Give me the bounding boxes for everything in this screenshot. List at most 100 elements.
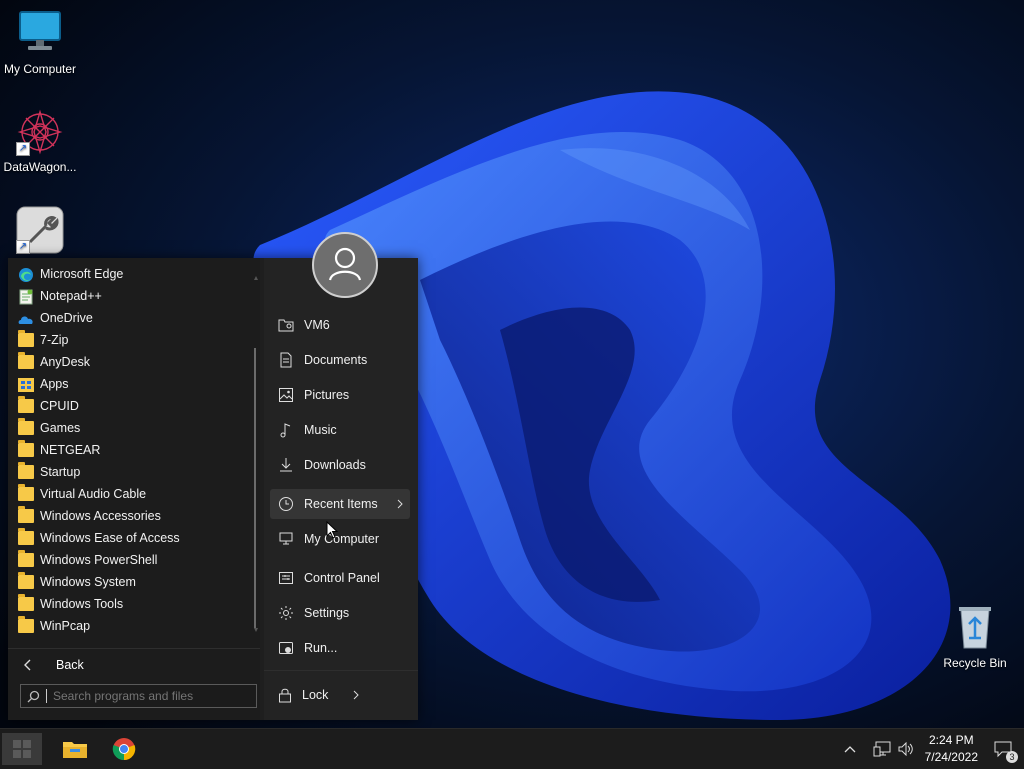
folder-icon [18,352,34,369]
shortcut-arrow-icon: ↗ [16,240,30,254]
start-menu: Microsoft Edge Notepad++ OneDrive 7-Zip … [8,232,418,720]
file-explorer-icon [63,742,87,758]
download-icon [280,458,292,472]
program-item-onedrive[interactable]: OneDrive [18,307,248,329]
place-item-control-panel[interactable]: Control Panel [270,563,410,593]
desktop-icon-recycle-bin[interactable]: Recycle Bin [935,604,1015,670]
search-icon [27,690,40,703]
place-item-settings[interactable]: Settings [270,598,410,628]
place-item-music[interactable]: Music [270,415,410,445]
music-icon [280,423,291,438]
taskbar-clock[interactable]: 2:24 PM 7/24/2022 [925,732,978,766]
desktop-icon-datawagon[interactable]: ↗ DataWagon... [0,108,80,174]
volume-tray-button[interactable] [894,733,918,765]
program-label: Virtual Audio Cable [40,487,147,501]
start-button[interactable] [2,733,42,765]
show-hidden-icons-button[interactable] [838,733,862,765]
program-label: NETGEAR [40,443,101,457]
place-item-my-computer[interactable]: My Computer [270,524,410,554]
onedrive-icon [18,311,34,325]
program-item-cpuid[interactable]: CPUID [18,395,248,417]
program-item-windows-ease-of-access[interactable]: Windows Ease of Access [18,527,248,549]
place-label: Pictures [304,388,350,402]
program-item-virtual-audio-cable[interactable]: Virtual Audio Cable [18,483,248,505]
place-item-vm6[interactable]: VM6 [270,310,410,340]
program-item-games[interactable]: Games [18,417,248,439]
network-icon [873,741,891,757]
gear-icon [279,606,293,620]
place-label: Documents [304,353,368,367]
program-item-windows-powershell[interactable]: Windows PowerShell [18,549,248,571]
run-icon [279,642,293,654]
place-item-run[interactable]: Run... [270,633,410,663]
program-item-notepadpp[interactable]: Notepad++ [18,285,248,307]
folder-icon [18,440,34,457]
program-item-7zip[interactable]: 7-Zip [18,329,248,351]
chrome-icon [112,738,136,761]
program-label: WinPcap [40,619,91,633]
program-label: Microsoft Edge [40,267,124,281]
program-label: Windows System [40,575,136,589]
mouse-cursor-icon [326,521,338,539]
taskbar-chrome[interactable] [104,733,144,765]
user-avatar[interactable] [312,232,378,298]
place-item-pictures[interactable]: Pictures [270,380,410,410]
folder-icon [18,572,34,589]
edge-icon [18,267,34,282]
search-input[interactable] [46,689,243,703]
place-label: VM6 [304,318,330,332]
folder-icon [18,396,34,413]
taskbar-file-explorer[interactable] [55,733,95,765]
place-label: Music [304,423,337,437]
program-item-windows-system[interactable]: Windows System [18,571,248,593]
folder-icon [18,594,34,611]
program-label: Windows Accessories [40,509,161,523]
program-label: AnyDesk [40,355,91,369]
program-label: OneDrive [40,311,93,325]
program-item-microsoft-edge[interactable]: Microsoft Edge [18,263,248,285]
scrollbar-thumb[interactable] [254,348,256,628]
user-icon [328,247,362,281]
lock-label: Lock [302,688,329,702]
recycle-bin-icon [951,604,999,652]
search-box[interactable] [20,684,257,708]
program-label: 7-Zip [40,333,69,347]
shortcut-arrow-icon: ↗ [16,142,30,156]
program-item-anydesk[interactable]: AnyDesk [18,351,248,373]
program-item-winpcap[interactable]: WinPcap [18,615,248,637]
place-label: Downloads [304,458,366,472]
document-icon [280,352,292,368]
place-item-documents[interactable]: Documents [270,345,410,375]
desktop-icon-label: Recycle Bin [943,656,1007,670]
speaker-icon [898,742,913,756]
program-item-windows-accessories[interactable]: Windows Accessories [18,505,248,527]
user-folder-icon [278,319,294,332]
place-item-recent-items[interactable]: Recent Items [270,489,410,519]
desktop-icon-label: My Computer [3,62,77,76]
chevron-right-icon[interactable] [352,690,360,700]
program-item-netgear[interactable]: NETGEAR [18,439,248,461]
lock-icon [279,688,291,703]
program-item-windows-tools[interactable]: Windows Tools [18,593,248,615]
back-button[interactable]: Back [8,648,260,681]
folder-icon [18,484,34,501]
chevron-right-icon [397,499,403,509]
clock-icon [279,497,293,511]
monitor-icon [16,10,64,58]
desktop-icon-my-computer[interactable]: My Computer [0,10,80,76]
place-item-downloads[interactable]: Downloads [270,450,410,480]
program-item-startup[interactable]: Startup [18,461,248,483]
notification-center-button[interactable]: 3 [986,733,1020,765]
program-item-apps[interactable]: Apps [18,373,248,395]
folder-icon [18,418,34,435]
tools-wrench-icon: ↗ [16,206,64,254]
program-label: Windows PowerShell [40,553,158,567]
desktop-icon-tools[interactable]: ↗ [0,206,80,258]
windows-logo-icon [13,740,31,758]
chevron-up-icon [844,746,856,753]
program-label: CPUID [40,399,79,413]
lock-button[interactable]: Lock [270,680,360,710]
network-tray-button[interactable] [868,733,896,765]
folder-icon [18,550,34,567]
divider [264,670,418,671]
